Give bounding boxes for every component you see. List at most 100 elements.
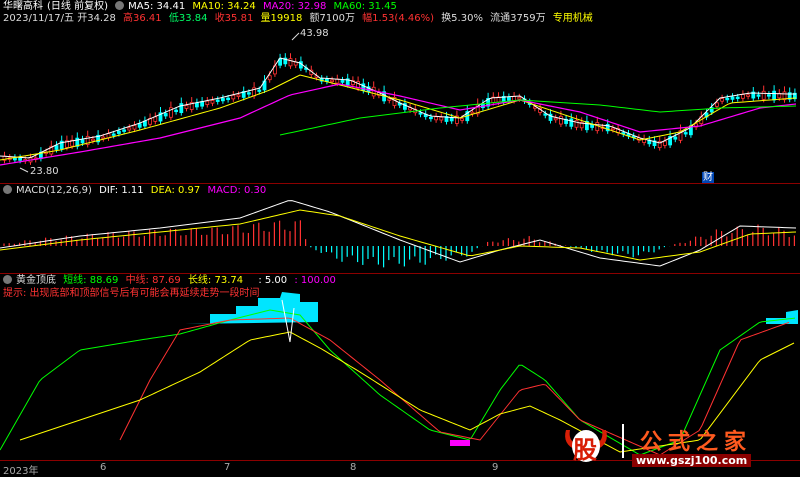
mid-line-value: 中线: 87.69 (125, 275, 181, 286)
watermark-divider (622, 424, 624, 458)
candle (158, 107, 163, 125)
indicator-title[interactable]: 黄金顶底 (16, 275, 56, 286)
settings-dot-icon[interactable] (3, 185, 12, 194)
candle (439, 113, 444, 124)
candle (626, 129, 631, 139)
low-marker-label: 23.80 (30, 166, 59, 177)
candle (75, 132, 80, 150)
candle (553, 114, 558, 123)
candle (205, 96, 210, 108)
candle (725, 94, 730, 103)
candle (278, 53, 283, 69)
candle (132, 121, 137, 133)
candle (454, 110, 459, 127)
candle (767, 91, 771, 100)
candle (741, 90, 745, 102)
candle (663, 136, 667, 149)
param-1: : 5.00 (258, 275, 288, 286)
dea-line (0, 209, 797, 261)
candle (590, 120, 594, 131)
candle (793, 88, 797, 102)
watermark-logo: 股 (562, 424, 610, 464)
candle (210, 96, 215, 107)
dif-value: DIF: 1.11 (99, 185, 144, 196)
watermark-url: www.gszj100.com (632, 454, 752, 467)
x-axis-label: 9 (492, 462, 499, 473)
candle (2, 151, 7, 164)
high-pointer (291, 32, 300, 41)
candle (194, 98, 199, 110)
candle (153, 112, 158, 125)
macd-header: MACD(12,26,9) DIF: 1.11 DEA: 0.97 MACD: … (3, 185, 270, 197)
candle (324, 75, 329, 85)
candle (293, 58, 298, 69)
candle (12, 154, 17, 163)
candle (49, 140, 54, 157)
candle (730, 93, 735, 103)
dea-value: DEA: 0.97 (150, 185, 201, 196)
candle (262, 75, 267, 93)
candle (220, 94, 225, 104)
short-line-value: 短线: 88.69 (63, 275, 119, 286)
price-panel (0, 32, 797, 173)
macd-title[interactable]: MACD(12,26,9) (16, 185, 92, 196)
candle (168, 101, 173, 121)
candle (668, 130, 672, 148)
chart-canvas[interactable] (0, 0, 800, 476)
panel-separator (0, 183, 800, 184)
x-axis-label: 7 (224, 462, 231, 473)
bottom-signal-block (450, 440, 470, 446)
candle (491, 92, 496, 106)
candle (241, 86, 246, 101)
candle (782, 86, 787, 103)
candle (163, 109, 168, 119)
candle (319, 75, 324, 85)
candle (637, 134, 641, 144)
watermark-logo-text: 股 (573, 435, 597, 464)
candle (127, 124, 132, 134)
candle (657, 136, 662, 151)
long-line-value: 长线: 73.74 (187, 275, 244, 286)
x-axis-label: 8 (350, 462, 357, 473)
indicator-tip: 提示: 出现底部和顶部信号后有可能会再延续走势一段时间 (3, 288, 260, 299)
candle (231, 91, 236, 102)
candle (137, 119, 142, 131)
macd-panel (0, 200, 797, 268)
settings-dot-icon[interactable] (3, 275, 12, 284)
candle (85, 130, 90, 148)
candle (486, 92, 491, 110)
candle (746, 91, 750, 100)
candle (642, 134, 646, 146)
candle (751, 87, 756, 102)
x-axis-label: 2023年 (3, 466, 39, 477)
watermark-title: 公式之家 (640, 429, 753, 455)
candle (179, 97, 184, 116)
candle (631, 132, 636, 141)
candle (272, 60, 277, 77)
candle (787, 87, 792, 103)
candle (215, 96, 220, 105)
low-pointer (19, 167, 29, 173)
param-2: : 100.00 (294, 275, 336, 286)
candle (689, 119, 693, 138)
indicator-header: 黄金顶底 短线: 88.69 中线: 87.69 长线: 73.74 : 5.0… (3, 275, 340, 287)
macd-value: MACD: 0.30 (207, 185, 267, 196)
candle (720, 94, 724, 105)
dif-line (0, 200, 797, 267)
candle (189, 97, 194, 113)
candle (652, 136, 657, 149)
candle (184, 101, 189, 112)
candle (142, 116, 147, 130)
ma10-line (0, 74, 797, 161)
x-axis-label: 6 (100, 462, 107, 473)
candle (96, 130, 100, 145)
candle (434, 112, 439, 123)
panel-separator (0, 273, 800, 274)
high-marker-label: 43.98 (300, 28, 329, 39)
ma5-line (0, 57, 796, 159)
candle (106, 129, 111, 141)
candle (564, 114, 568, 127)
candle (579, 117, 584, 131)
candle (148, 113, 153, 128)
candle (428, 113, 433, 122)
